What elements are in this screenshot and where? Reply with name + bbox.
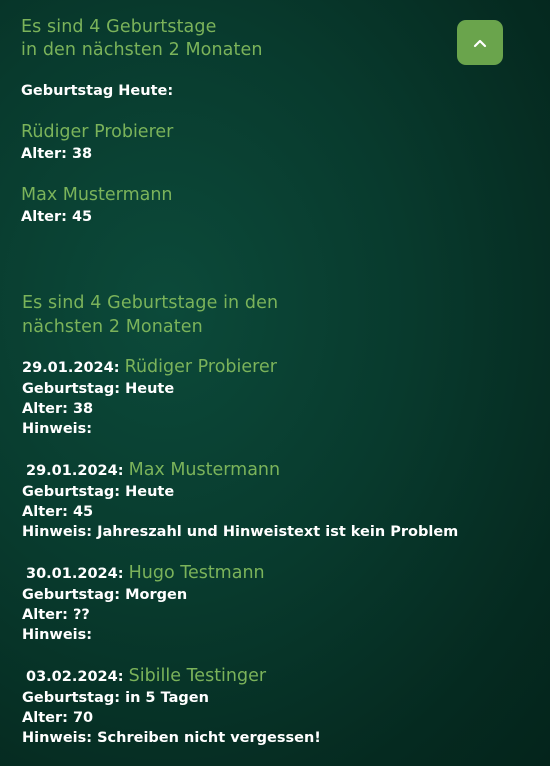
entry-birthday: Geburtstag: Heute <box>22 381 175 397</box>
birthday-entry-header: 03.02.2024: Sibille Testinger <box>26 666 266 687</box>
birthday-entry-header: 29.01.2024: Rüdiger Probierer <box>22 357 277 378</box>
birthday-entry-header: 30.01.2024: Hugo Testmann <box>26 563 265 584</box>
entry-birthday: Geburtstag: Morgen <box>22 587 188 603</box>
widget-2-title: Es sind 4 Geburtstage in den nächsten 2 … <box>22 293 279 337</box>
entry-birthday: Geburtstag: in 5 Tagen <box>22 690 209 706</box>
chevron-up-icon <box>473 38 487 48</box>
entry-note: Hinweis: Jahreszahl und Hinweistext ist … <box>22 524 459 540</box>
entry-birthday: Geburtstag: Heute <box>22 484 175 500</box>
person-age: Alter: 45 <box>21 209 93 225</box>
entry-name: Sibille Testinger <box>128 666 267 686</box>
person-name: Max Mustermann <box>21 185 173 205</box>
entry-age: Alter: 38 <box>22 401 94 417</box>
widget-1-title: Es sind 4 Geburtstage in den nächsten 2 … <box>21 17 263 60</box>
person-age: Alter: 38 <box>21 146 93 162</box>
entry-age: Alter: 45 <box>22 504 94 520</box>
entry-date: 30.01.2024: <box>26 566 124 582</box>
birthday-today-label: Geburtstag Heute: <box>21 83 174 99</box>
entry-note: Hinweis: <box>22 627 93 643</box>
entry-note: Hinweis: Schreiben nicht vergessen! <box>22 730 321 746</box>
entry-age: Alter: 70 <box>22 710 94 726</box>
entry-date: 29.01.2024: <box>26 463 124 479</box>
birthday-entry-header: 29.01.2024: Max Mustermann <box>26 460 280 481</box>
entry-date: 03.02.2024: <box>26 669 124 685</box>
entry-note: Hinweis: <box>22 421 93 437</box>
entry-name: Hugo Testmann <box>128 563 265 583</box>
entry-name: Rüdiger Probierer <box>124 357 277 377</box>
entry-date: 29.01.2024: <box>22 360 120 376</box>
entry-name: Max Mustermann <box>128 460 281 480</box>
scroll-to-top-button[interactable] <box>457 20 503 65</box>
entry-age: Alter: ?? <box>22 607 90 623</box>
person-name: Rüdiger Probierer <box>21 122 174 142</box>
